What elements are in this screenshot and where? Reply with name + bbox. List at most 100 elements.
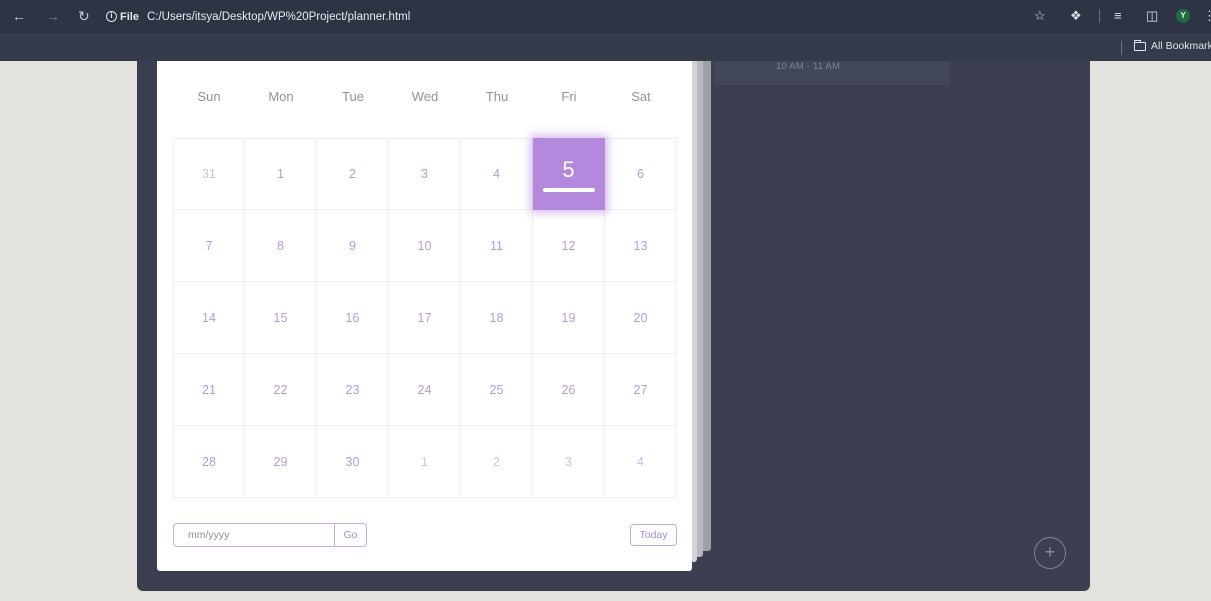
weekday-tue: Tue	[342, 89, 364, 104]
day-cell[interactable]: 24	[389, 354, 461, 426]
info-icon: i	[106, 11, 117, 22]
day-number: 22	[273, 382, 288, 397]
day-cell[interactable]: 14	[173, 282, 245, 354]
day-cell[interactable]: 16	[317, 282, 389, 354]
add-event-button[interactable]: +	[1034, 537, 1066, 569]
day-cell[interactable]: 6	[605, 138, 677, 210]
day-number: 1	[421, 454, 428, 469]
day-cell[interactable]: 22	[245, 354, 317, 426]
day-cell[interactable]: 8	[245, 210, 317, 282]
day-number: 24	[417, 382, 432, 397]
selected-day-underline	[543, 188, 595, 192]
day-cell[interactable]: 30	[317, 426, 389, 498]
toolbar-divider	[1099, 9, 1100, 23]
day-cell[interactable]: 21	[173, 354, 245, 426]
month-year-input[interactable]	[173, 523, 335, 547]
day-number: 29	[273, 454, 288, 469]
day-cell[interactable]: 15	[245, 282, 317, 354]
day-number: 18	[489, 310, 504, 325]
day-number: 10	[417, 238, 432, 253]
go-button[interactable]: Go	[334, 523, 367, 547]
day-cell[interactable]: 23	[317, 354, 389, 426]
day-number: 8	[277, 238, 284, 253]
day-number: 25	[489, 382, 504, 397]
extensions-icon[interactable]: ❖	[1070, 8, 1082, 24]
day-number: 4	[493, 167, 500, 181]
day-number: 1	[277, 167, 284, 181]
all-bookmarks-button[interactable]: All Bookmarks	[1133, 39, 1211, 52]
day-cell[interactable]: 2	[317, 138, 389, 210]
day-cell[interactable]: 13	[605, 210, 677, 282]
day-number: 16	[345, 310, 360, 325]
day-number: 3	[565, 454, 572, 469]
day-number: 4	[637, 454, 644, 469]
day-number: 2	[493, 454, 500, 469]
day-cell[interactable]: 7	[173, 210, 245, 282]
url-text[interactable]: C:/Users/itsya/Desktop/WP%20Project/plan…	[147, 11, 410, 23]
day-number: 31	[202, 167, 216, 181]
day-cell[interactable]: 26	[533, 354, 605, 426]
weekday-mon: Mon	[268, 89, 294, 104]
menu-icon[interactable]: ⋮	[1203, 8, 1211, 24]
day-number: 30	[345, 454, 360, 469]
day-cell[interactable]: 9	[317, 210, 389, 282]
site-info-chip[interactable]: i File	[106, 11, 139, 23]
day-number: 14	[202, 310, 216, 325]
day-cell[interactable]: 10	[389, 210, 461, 282]
bookmarks-bar	[0, 33, 1211, 61]
day-number: 6	[637, 167, 644, 181]
day-number: 19	[561, 310, 576, 325]
reload-icon[interactable]: ↻	[78, 8, 90, 24]
day-cell[interactable]: 3	[389, 138, 461, 210]
day-number: 3	[421, 167, 428, 181]
day-number: 12	[561, 238, 576, 253]
back-icon[interactable]: ←	[12, 8, 26, 24]
side-panel-icon[interactable]: ◫	[1146, 8, 1158, 24]
reading-list-icon[interactable]: ≡	[1114, 8, 1122, 24]
day-number: 26	[561, 382, 576, 397]
day-cell[interactable]: 28	[173, 426, 245, 498]
profile-avatar[interactable]: Y	[1176, 9, 1190, 23]
day-number: 20	[633, 310, 648, 325]
day-cell[interactable]: 4	[461, 138, 533, 210]
day-cell[interactable]: 4	[605, 426, 677, 498]
day-cell[interactable]: 11	[461, 210, 533, 282]
day-cell[interactable]: 1	[389, 426, 461, 498]
weekday-sat: Sat	[631, 89, 651, 104]
day-cell[interactable]: 27	[605, 354, 677, 426]
time-slot-label: 10 AM - 11 AM	[776, 61, 841, 72]
day-cell[interactable]: 1	[245, 138, 317, 210]
day-cell[interactable]: 20	[605, 282, 677, 354]
day-cell[interactable]: 19	[533, 282, 605, 354]
day-number: 5	[562, 157, 575, 182]
day-number: 21	[202, 382, 216, 397]
day-number: 27	[633, 382, 648, 397]
day-cell[interactable]: 12	[533, 210, 605, 282]
day-number: 9	[349, 238, 356, 253]
weekday-sun: Sun	[197, 89, 221, 104]
today-button[interactable]: Today	[630, 524, 677, 546]
weekday-thu: Thu	[485, 89, 509, 104]
day-number: 2	[349, 167, 356, 181]
day-cell[interactable]: 29	[245, 426, 317, 498]
bookmarks-divider	[1121, 41, 1122, 55]
day-cell[interactable]: 18	[461, 282, 533, 354]
day-number: 15	[273, 310, 288, 325]
file-label: File	[120, 10, 139, 23]
day-number: 11	[490, 238, 503, 253]
day-cell[interactable]: 31	[173, 138, 245, 210]
day-number: 17	[417, 310, 432, 325]
day-cell[interactable]: 2	[461, 426, 533, 498]
day-cell[interactable]: 3	[533, 426, 605, 498]
forward-icon[interactable]: →	[46, 8, 60, 24]
address-bar[interactable]: i File C:/Users/itsya/Desktop/WP%20Proje…	[106, 6, 410, 27]
selected-day-cell[interactable]: 5	[533, 138, 605, 210]
star-icon[interactable]: ☆	[1034, 8, 1046, 24]
folder-icon	[1133, 39, 1146, 51]
day-number: 28	[202, 454, 216, 469]
weekday-fri: Fri	[561, 89, 577, 104]
all-bookmarks-label: All Bookmarks	[1151, 40, 1211, 52]
day-cell[interactable]: 25	[461, 354, 533, 426]
day-number: 23	[345, 382, 360, 397]
day-cell[interactable]: 17	[389, 282, 461, 354]
